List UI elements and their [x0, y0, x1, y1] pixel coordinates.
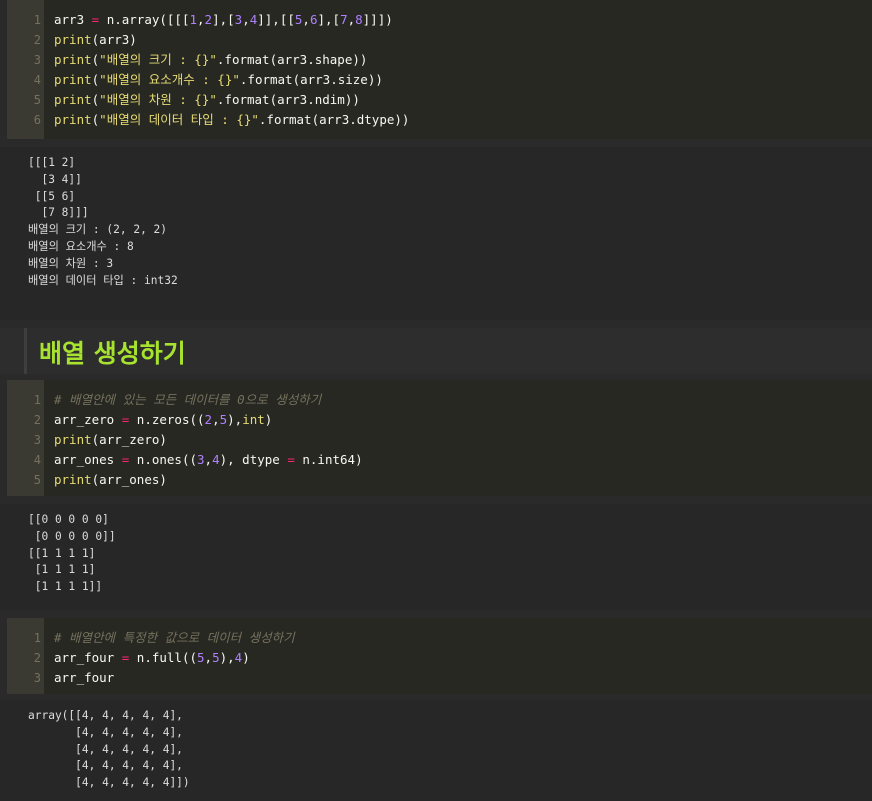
- code-comment: # 배열안에 특정한 값으로 데이터 생성하기: [54, 630, 295, 645]
- output-line: [[1 1 1 1]: [28, 546, 96, 560]
- output-line: [1 1 1 1]]: [28, 580, 103, 594]
- line-number: 3: [33, 433, 41, 447]
- output-line: [[0 0 0 0 0]: [28, 513, 109, 526]
- output-line: 배열의 크기 : (2, 2, 2): [28, 223, 168, 237]
- output-line: [1 1 1 1]: [28, 563, 96, 577]
- line-number: 1: [33, 631, 41, 645]
- code-editor[interactable]: # 배열안에 특정한 값으로 데이터 생성하기 arr_four = n.ful…: [44, 618, 872, 694]
- output-line: [0 0 0 0 0]]: [28, 529, 116, 543]
- output-line: array([[4, 4, 4, 4, 4],: [28, 709, 183, 722]
- code-line: arr_four = n.full((5,5),4): [54, 650, 250, 665]
- cell-output-1: [[[1 2] [3 4]] [[5 6] [7 8]]] 배열의 크기 : (…: [0, 147, 872, 320]
- line-number: 2: [33, 651, 41, 665]
- line-number: 5: [33, 473, 41, 487]
- cell-output-3: array([[4, 4, 4, 4, 4], [4, 4, 4, 4, 4],…: [0, 700, 872, 801]
- line-number-gutter: 1 2 3 4 5: [7, 380, 44, 496]
- line-number: 4: [33, 73, 41, 87]
- line-number: 3: [33, 53, 41, 67]
- section-heading: 배열 생성하기: [39, 339, 186, 368]
- code-line: print(arr3): [54, 32, 137, 47]
- output-line: [[[1 2]: [28, 156, 76, 169]
- line-number: 2: [33, 33, 41, 47]
- code-line: arr_zero = n.zeros((2,5),int): [54, 412, 273, 427]
- output-line: [3 4]]: [28, 172, 82, 186]
- output-line: [4, 4, 4, 4, 4],: [28, 742, 183, 756]
- code-line: arr_four: [54, 670, 115, 685]
- output-line: [4, 4, 4, 4, 4],: [28, 725, 183, 739]
- line-number: 1: [33, 13, 41, 27]
- markdown-cell[interactable]: 배열 생성하기: [0, 328, 872, 374]
- output-line: 배열의 데이터 타입 : int32: [28, 273, 178, 287]
- code-comment: # 배열안에 있는 모든 데이터를 0으로 생성하기: [54, 392, 322, 407]
- code-line: print(arr_ones): [54, 472, 167, 487]
- line-number-gutter: 1 2 3: [7, 618, 44, 694]
- output-line: [7 8]]]: [28, 206, 89, 220]
- line-number: 3: [33, 671, 41, 685]
- code-line: print("배열의 데이터 타입 : {}".format(arr3.dtyp…: [54, 112, 410, 127]
- code-cell-3[interactable]: 1 2 3 # 배열안에 특정한 값으로 데이터 생성하기 arr_four =…: [7, 618, 872, 694]
- output-line: [4, 4, 4, 4, 4],: [28, 759, 183, 773]
- line-number-gutter: 1 2 3 4 5 6: [7, 0, 44, 139]
- output-line: [4, 4, 4, 4, 4]]): [28, 776, 190, 790]
- output-line: 배열의 요소개수 : 8: [28, 239, 134, 253]
- line-number: 6: [33, 113, 41, 127]
- line-number: 5: [33, 93, 41, 107]
- cell-selection-bar: [24, 328, 27, 374]
- output-line: [[5 6]: [28, 189, 76, 203]
- code-line: print("배열의 차원 : {}".format(arr3.ndim)): [54, 92, 360, 107]
- code-line: print("배열의 요소개수 : {}".format(arr3.size)): [54, 72, 383, 87]
- line-number: 2: [33, 413, 41, 427]
- code-cell-1[interactable]: 1 2 3 4 5 6 arr3 = n.array([[[1,2],[3,4]…: [7, 0, 872, 139]
- output-line: 배열의 차원 : 3: [28, 256, 114, 270]
- code-cell-2[interactable]: 1 2 3 4 5 # 배열안에 있는 모든 데이터를 0으로 생성하기 arr…: [7, 380, 872, 496]
- code-editor[interactable]: arr3 = n.array([[[1,2],[3,4]],[[5,6],[7,…: [44, 0, 872, 139]
- cell-output-2: [[0 0 0 0 0] [0 0 0 0 0]] [[1 1 1 1] [1 …: [0, 504, 872, 610]
- code-line: arr3 = n.array([[[1,2],[3,4]],[[5,6],[7,…: [54, 12, 393, 27]
- line-number: 4: [33, 453, 41, 467]
- code-editor[interactable]: # 배열안에 있는 모든 데이터를 0으로 생성하기 arr_zero = n.…: [44, 380, 872, 496]
- code-line: print("배열의 크기 : {}".format(arr3.shape)): [54, 52, 368, 67]
- code-line: print(arr_zero): [54, 432, 167, 447]
- code-line: arr_ones = n.ones((3,4), dtype = n.int64…: [54, 452, 363, 467]
- line-number: 1: [33, 393, 41, 407]
